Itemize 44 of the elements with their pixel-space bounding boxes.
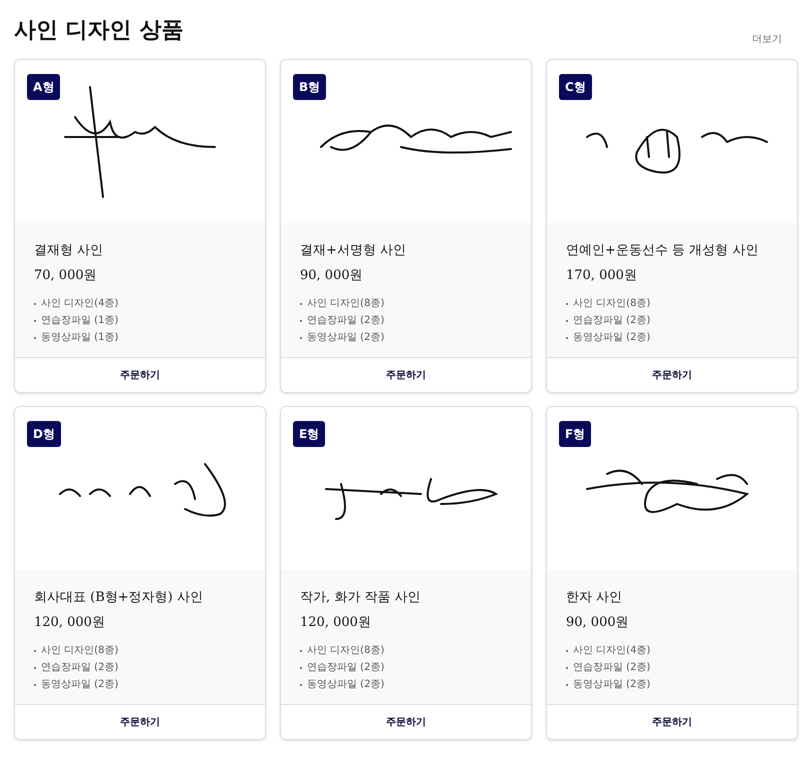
feature-text: 동영상파일 (2종) bbox=[41, 678, 118, 692]
type-badge: C형 bbox=[559, 74, 592, 100]
product-name: 한자 사인 bbox=[566, 589, 624, 607]
type-badge: F형 bbox=[559, 421, 592, 447]
feature-text: 사인 디자인(8종) bbox=[41, 644, 118, 658]
product-name: 회사대표 (B형+정자형) 사인 bbox=[34, 589, 204, 607]
type-badge: A형 bbox=[27, 74, 60, 100]
feature-text: 사인 디자인(8종) bbox=[307, 297, 384, 311]
product-price: 170, 000원 bbox=[566, 266, 638, 284]
order-button[interactable]: 주문하기 bbox=[15, 357, 265, 392]
product-price: 120, 000원 bbox=[34, 614, 106, 632]
feature-text: 동영상파일 (1종) bbox=[41, 331, 118, 345]
type-badge: B형 bbox=[293, 74, 326, 100]
product-name: 작가, 화가 작품 사인 bbox=[300, 589, 422, 607]
feature-text: 연습장파일 (2종) bbox=[573, 314, 650, 328]
product-price: 70, 000원 bbox=[34, 266, 98, 284]
order-button[interactable]: 주문하기 bbox=[281, 704, 531, 739]
feature-text: 연습장파일 (2종) bbox=[307, 314, 384, 328]
product-name: 연예인+운동선수 등 개성형 사인 bbox=[566, 242, 760, 260]
feature-text: 동영상파일 (2종) bbox=[307, 678, 384, 692]
type-badge: D형 bbox=[27, 421, 61, 447]
feature-text: 사인 디자인(4종) bbox=[573, 644, 650, 658]
order-button[interactable]: 주문하기 bbox=[281, 357, 531, 392]
product-name: 결재+서명형 사인 bbox=[300, 242, 408, 260]
product-price: 90, 000원 bbox=[566, 614, 630, 632]
feature-text: 동영상파일 (2종) bbox=[307, 331, 384, 345]
feature-text: 연습장파일 (2종) bbox=[41, 661, 118, 675]
feature-text: 동영상파일 (2종) bbox=[573, 331, 650, 345]
order-button[interactable]: 주문하기 bbox=[547, 357, 797, 392]
order-button[interactable]: 주문하기 bbox=[547, 704, 797, 739]
product-name: 결재형 사인 bbox=[34, 242, 104, 260]
feature-text: 연습장파일 (2종) bbox=[307, 661, 384, 675]
feature-text: 연습장파일 (1종) bbox=[41, 314, 118, 328]
feature-text: 사인 디자인(4종) bbox=[41, 297, 118, 311]
feature-text: 사인 디자인(8종) bbox=[307, 644, 384, 658]
type-badge: E형 bbox=[293, 421, 326, 447]
product-price: 120, 000원 bbox=[300, 614, 372, 632]
product-price: 90, 000원 bbox=[300, 266, 364, 284]
feature-text: 사인 디자인(8종) bbox=[573, 297, 650, 311]
section-title: 사인 디자인 상품 bbox=[14, 17, 184, 45]
order-button[interactable]: 주문하기 bbox=[15, 704, 265, 739]
feature-text: 연습장파일 (2종) bbox=[573, 661, 650, 675]
more-link[interactable]: 더보기 bbox=[752, 32, 782, 47]
feature-text: 동영상파일 (2종) bbox=[573, 678, 650, 692]
